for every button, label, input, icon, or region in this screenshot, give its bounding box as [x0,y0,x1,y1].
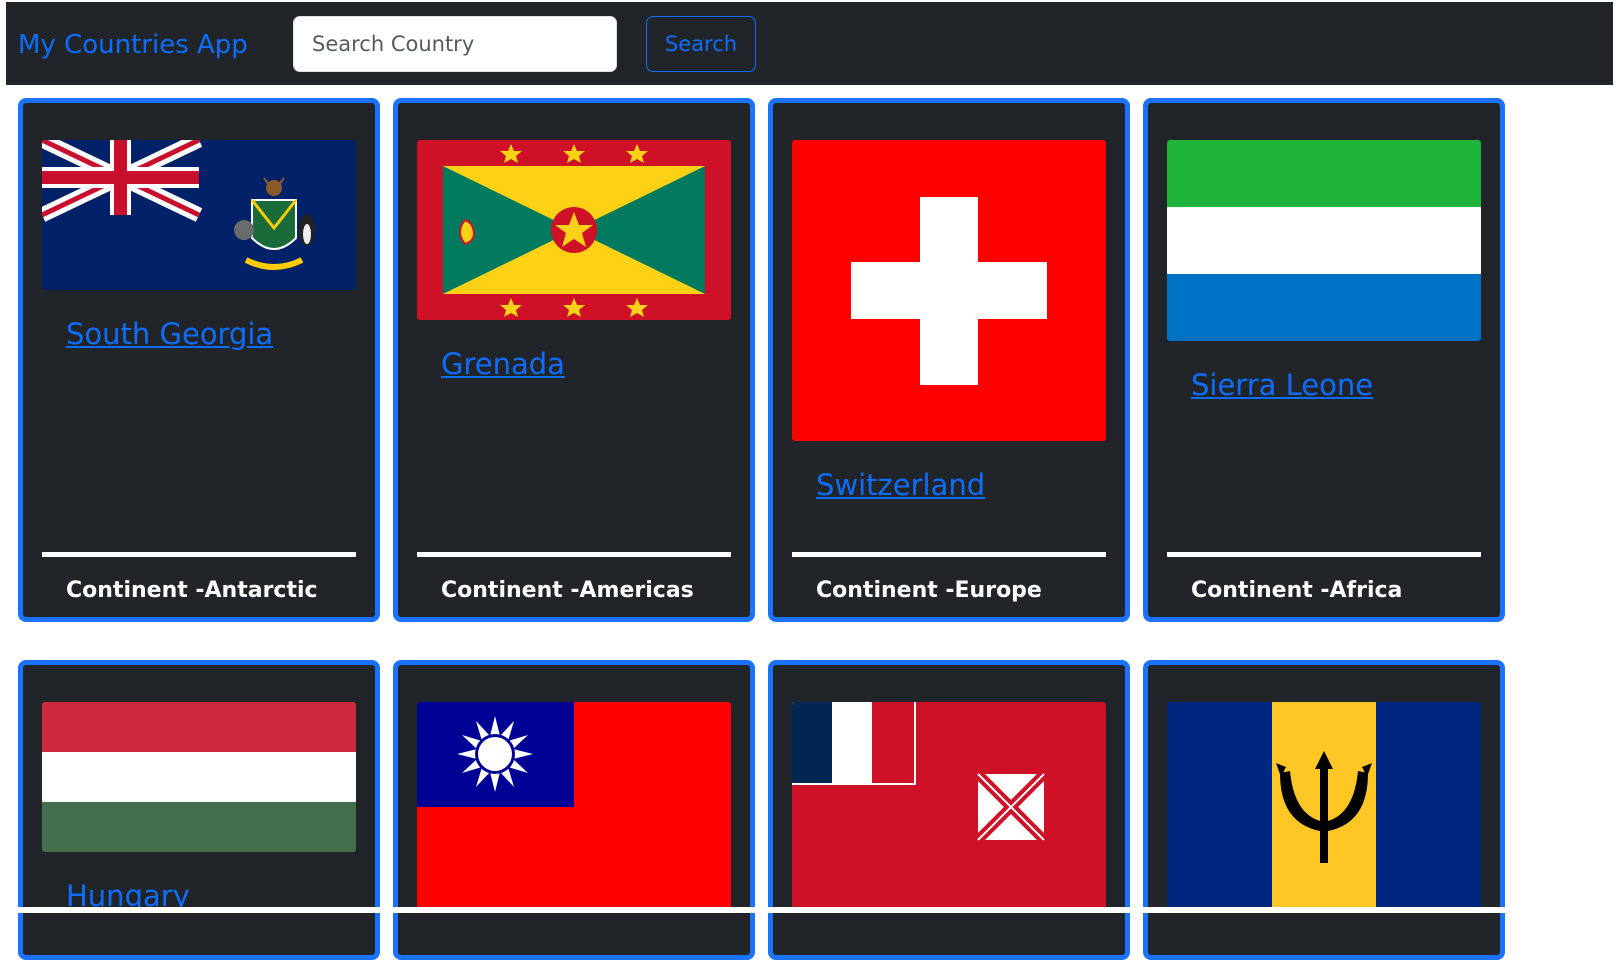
sierra-leone-flag-icon [1167,140,1481,341]
country-card [393,660,755,960]
south-georgia-flag-icon [42,140,356,290]
country-card: Hungary [18,660,380,960]
country-card: South Georgia Continent -Antarctic [18,98,380,622]
country-link[interactable]: Switzerland [816,467,985,503]
continent-label: Continent -Antarctic [66,578,318,603]
search-input[interactable] [293,16,617,72]
divider [417,552,731,557]
continent-label: Continent -Africa [1191,578,1403,603]
divider [792,552,1106,557]
grenada-flag-icon [417,140,731,320]
hungary-flag-icon [42,702,356,852]
barbados-flag-icon [1167,702,1481,912]
continent-label: Continent -Europe [816,578,1042,603]
navbar: My Countries App Search [6,2,1613,85]
wallis-and-futuna-flag-icon [792,702,1106,912]
taiwan-flag-icon [417,702,731,912]
country-card: Sierra Leone Continent -Africa [1143,98,1505,622]
switzerland-flag-icon [792,140,1106,441]
country-card: Switzerland Continent -Europe [768,98,1130,622]
country-card [1143,660,1505,960]
country-link[interactable]: Sierra Leone [1191,367,1373,403]
country-link[interactable]: Grenada [441,346,565,382]
country-card: Grenada Continent -Americas [393,98,755,622]
continent-label: Continent -Americas [441,578,694,603]
app-brand[interactable]: My Countries App [18,28,248,62]
divider [1167,552,1481,557]
country-card [768,660,1130,960]
search-button[interactable]: Search [646,16,756,72]
country-link[interactable]: South Georgia [66,316,273,352]
divider [42,552,356,557]
window-bottom-edge [0,907,1621,913]
